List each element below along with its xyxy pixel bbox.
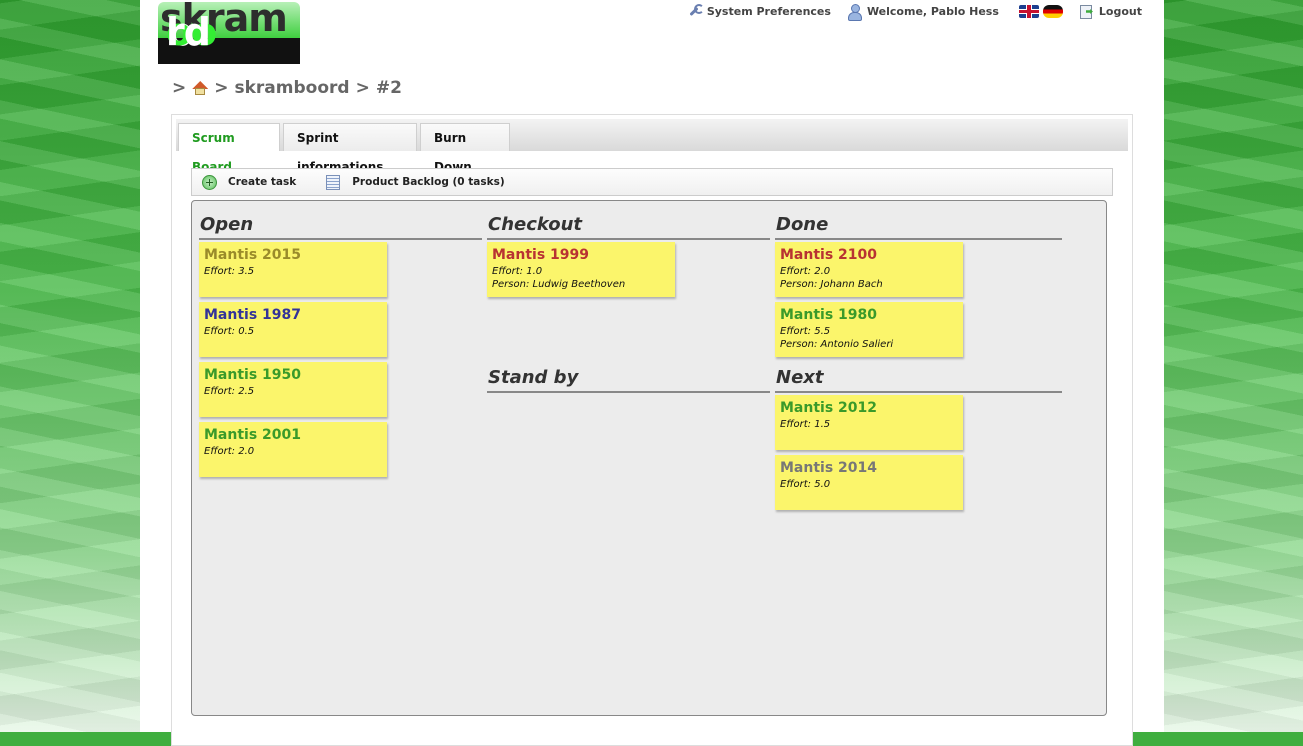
task-title[interactable]: Mantis 2015 (204, 247, 301, 263)
tab-burn-down[interactable]: Burn Down (420, 123, 510, 174)
task-card[interactable]: Mantis 1950 Effort: 2.5 (199, 362, 387, 417)
task-person: Person: Ludwig Beethoven (492, 279, 626, 290)
task-title[interactable]: Mantis 1980 (780, 307, 877, 323)
create-task-label: Create task (228, 176, 297, 188)
background-postits-left (0, 0, 140, 732)
breadcrumb-project[interactable]: skramboord (235, 78, 350, 98)
breadcrumb-separator: > (355, 78, 370, 98)
task-effort: Effort: 1.0 (492, 266, 543, 277)
top-menu: System Preferences Welcome, Pablo Hess L… (671, 4, 1142, 21)
product-backlog-button[interactable]: Product Backlog (0 tasks) (316, 174, 505, 190)
task-card[interactable]: Mantis 2015 Effort: 3.5 (199, 242, 387, 297)
task-card[interactable]: Mantis 1987 Effort: 0.5 (199, 302, 387, 357)
task-title[interactable]: Mantis 1999 (492, 247, 589, 263)
column-header-checkout: Checkout (487, 214, 770, 240)
task-title[interactable]: Mantis 2001 (204, 427, 301, 443)
column-header-open: Open (199, 214, 482, 240)
board-toolbar: Create task Product Backlog (0 tasks) (191, 168, 1113, 196)
tab-scrum-board[interactable]: Scrum Board (178, 123, 280, 174)
task-effort: Effort: 5.5 (780, 326, 831, 337)
task-effort: Effort: 3.5 (204, 266, 255, 277)
tab-sprint-informations[interactable]: Sprint informations (283, 123, 417, 174)
wrench-icon (687, 4, 704, 18)
task-card[interactable]: Mantis 2012 Effort: 1.5 (775, 395, 963, 450)
column-header-stand-by: Stand by (487, 367, 770, 393)
welcome-label: Welcome, Pablo Hess (866, 4, 999, 18)
task-title[interactable]: Mantis 2014 (780, 460, 877, 476)
task-card[interactable]: Mantis 2014 Effort: 5.0 (775, 455, 963, 510)
language-switcher (1015, 4, 1063, 18)
task-card[interactable]: Mantis 2001 Effort: 2.0 (199, 422, 387, 477)
logo-text-rd: rd (166, 10, 211, 54)
task-effort: Effort: 2.5 (204, 386, 255, 397)
scrum-board: Open Checkout Done Stand by Next Mantis … (191, 200, 1107, 716)
create-task-button[interactable]: Create task (202, 174, 297, 190)
user-icon (847, 4, 862, 21)
breadcrumb-separator: > (214, 78, 229, 98)
system-preferences-label: System Preferences (706, 4, 831, 18)
breadcrumb-sprint: #2 (375, 78, 402, 98)
task-effort: Effort: 2.0 (204, 446, 255, 457)
logout-label: Logout (1098, 4, 1142, 18)
page: skram b oo rd System Preferences Welcome, … (140, 0, 1164, 746)
breadcrumb: > > skramboord > #2 (172, 78, 408, 98)
task-title[interactable]: Mantis 1950 (204, 367, 301, 383)
breadcrumb-separator: > (172, 78, 187, 98)
user-welcome: Welcome, Pablo Hess (847, 4, 999, 21)
task-effort: Effort: 5.0 (780, 479, 831, 490)
add-icon (202, 174, 217, 190)
main-panel: Scrum Board Sprint informations Burn Dow… (171, 114, 1133, 746)
list-icon (326, 174, 341, 190)
tab-bar: Scrum Board Sprint informations Burn Dow… (176, 119, 1128, 174)
skramboord-logo[interactable]: skram b oo rd (158, 0, 300, 64)
german-flag-icon[interactable] (1042, 4, 1063, 18)
uk-flag-icon[interactable] (1018, 4, 1039, 18)
task-title[interactable]: Mantis 2100 (780, 247, 877, 263)
background-postits-right (1164, 0, 1303, 732)
task-effort: Effort: 1.5 (780, 419, 831, 430)
product-backlog-label: Product Backlog (0 tasks) (352, 176, 505, 188)
task-title[interactable]: Mantis 1987 (204, 307, 301, 323)
logout-link[interactable]: Logout (1079, 4, 1142, 19)
task-card[interactable]: Mantis 1980 Effort: 5.5 Person: Antonio … (775, 302, 963, 357)
task-effort: Effort: 2.0 (780, 266, 831, 277)
column-header-done: Done (775, 214, 1062, 240)
task-person: Person: Antonio Salieri (780, 339, 894, 350)
task-card[interactable]: Mantis 1999 Effort: 1.0 Person: Ludwig B… (487, 242, 675, 297)
logout-icon (1079, 4, 1093, 19)
task-effort: Effort: 0.5 (204, 326, 255, 337)
task-person: Person: Johann Bach (780, 279, 883, 290)
system-preferences-link[interactable]: System Preferences (687, 4, 831, 18)
home-icon[interactable] (192, 81, 208, 95)
column-header-next: Next (775, 367, 1062, 393)
task-card[interactable]: Mantis 2100 Effort: 2.0 Person: Johann B… (775, 242, 963, 297)
task-title[interactable]: Mantis 2012 (780, 400, 877, 416)
